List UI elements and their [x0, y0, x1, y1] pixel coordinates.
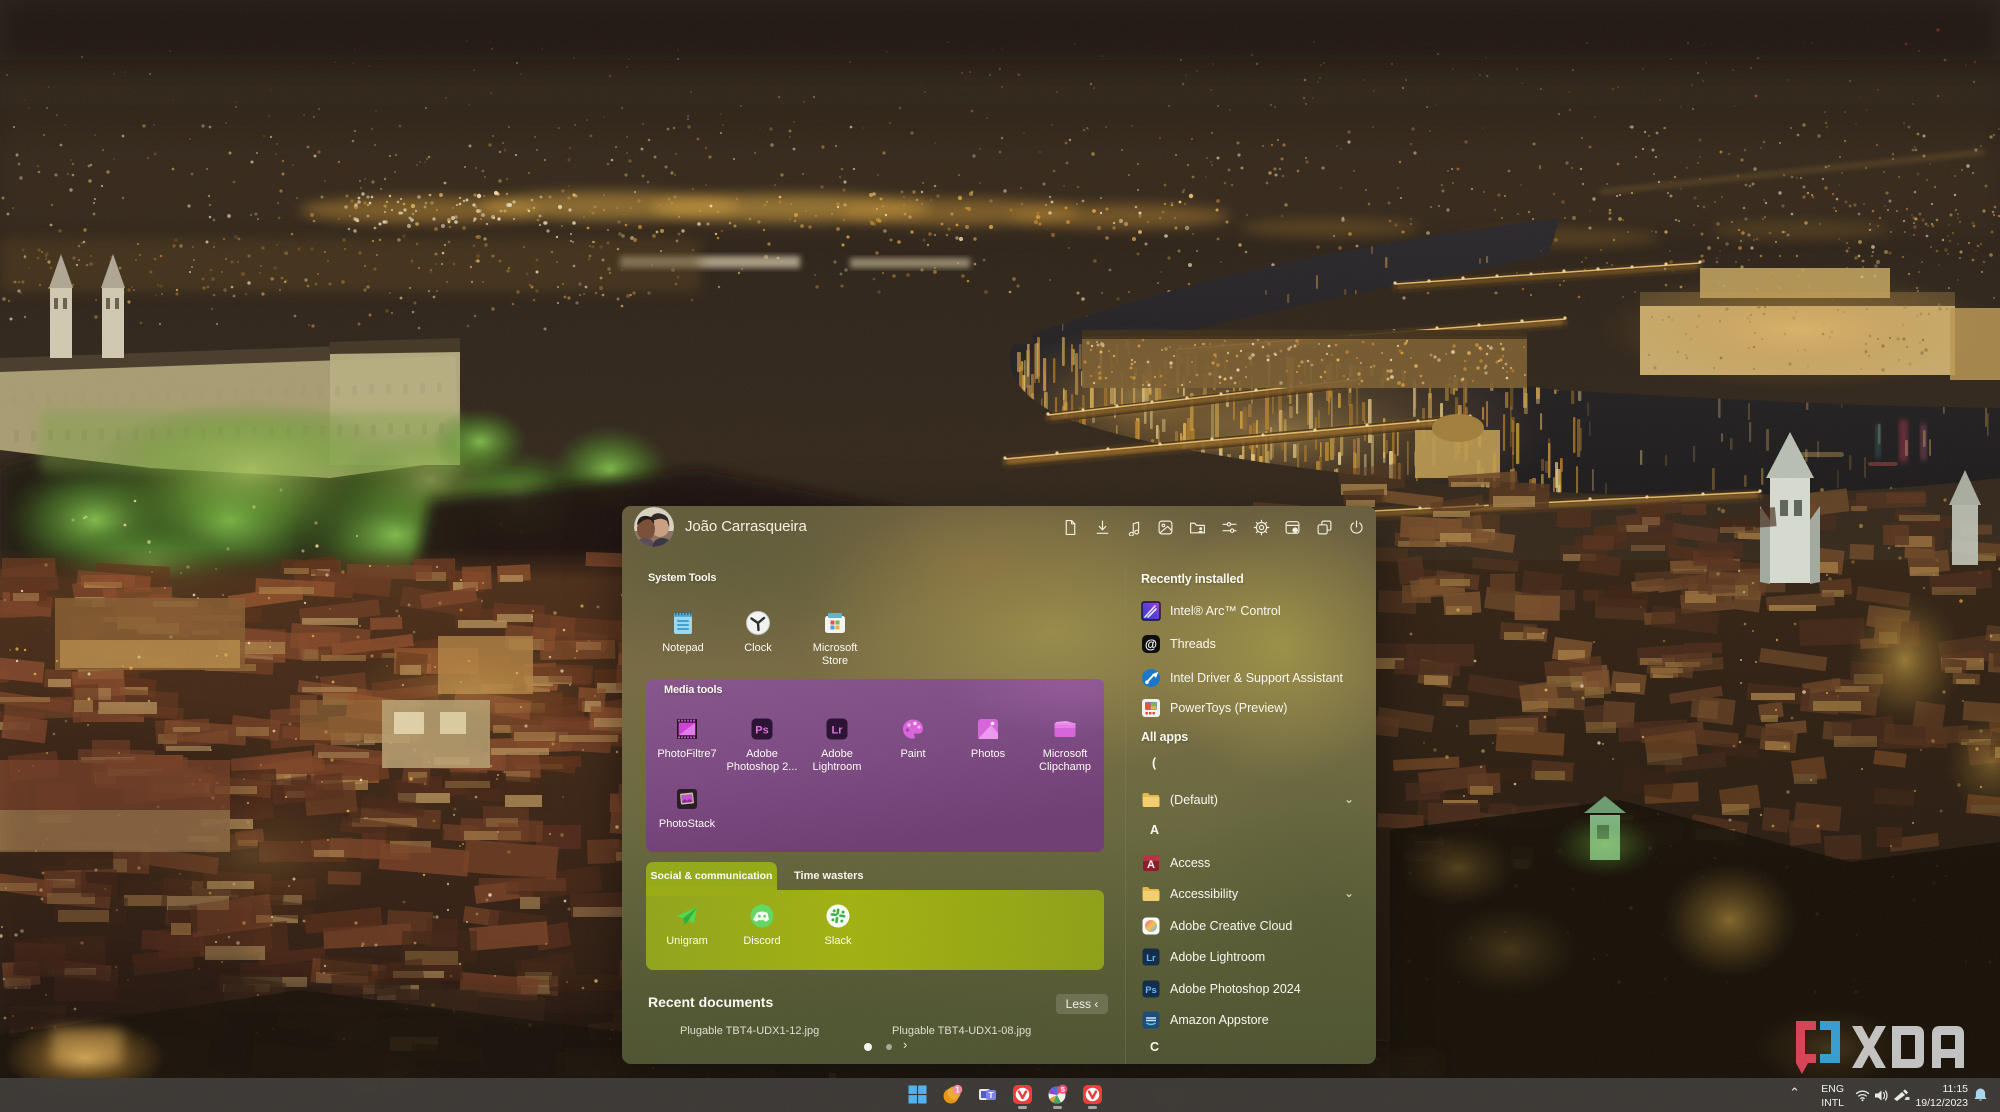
- svg-text:1: 1: [955, 1086, 960, 1095]
- svg-text:Ps: Ps: [1145, 985, 1157, 996]
- svg-text:T: T: [988, 1090, 994, 1100]
- svg-text:5: 5: [1061, 1085, 1065, 1094]
- svg-text:@: @: [1145, 638, 1157, 652]
- svg-text:Lr: Lr: [832, 725, 844, 737]
- svg-text:A: A: [1147, 859, 1155, 871]
- svg-text:Ps: Ps: [755, 725, 768, 737]
- svg-text:Lr: Lr: [1146, 953, 1156, 964]
